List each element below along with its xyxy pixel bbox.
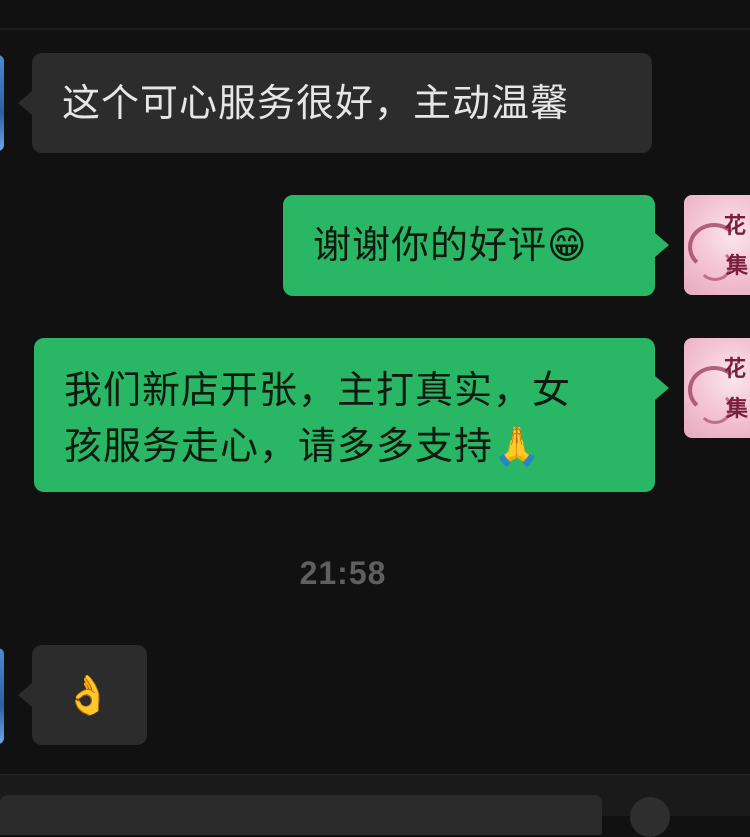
message-text: 谢谢你的好评	[313, 223, 548, 267]
message-bubble-incoming[interactable]: 👌	[18, 645, 147, 745]
message-text-line: 孩服务走心，请多多支持	[64, 424, 494, 468]
emoji-button[interactable]	[630, 797, 670, 837]
message-bubble-incoming[interactable]: 这个可心服务很好，主动温馨	[18, 53, 652, 153]
chat-top-divider	[0, 28, 750, 30]
message-bubble-outgoing[interactable]: 我们新店开张，主打真实，女 孩服务走心，请多多支持🙏	[34, 338, 669, 492]
contact-avatar[interactable]	[0, 648, 4, 744]
my-avatar[interactable]: 花 集	[684, 338, 750, 438]
message-bubble-outgoing[interactable]: 谢谢你的好评😁	[283, 195, 669, 296]
message-text-line: 我们新店开张，主打真实，女	[64, 368, 572, 412]
chat-input-bar	[0, 774, 750, 837]
message-timestamp: 21:58	[299, 555, 387, 591]
message-text: 这个可心服务很好，主动温馨	[62, 81, 570, 125]
folded-hands-emoji: 🙏	[493, 424, 542, 468]
avatar-logo-char: 集	[726, 253, 749, 279]
avatar-logo-char: 花	[724, 356, 747, 382]
message-input[interactable]	[0, 795, 602, 835]
my-avatar[interactable]: 花 集	[684, 195, 750, 295]
grinning-face-emoji: 😁	[547, 223, 588, 267]
contact-avatar[interactable]	[0, 55, 4, 151]
avatar-logo-char: 集	[726, 396, 749, 422]
avatar-logo-char: 花	[724, 213, 747, 239]
ok-hand-emoji: 👌	[64, 673, 113, 717]
